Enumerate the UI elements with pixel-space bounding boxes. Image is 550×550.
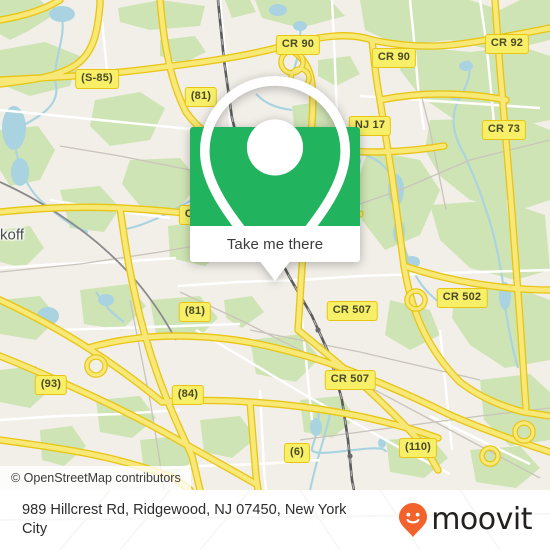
address-label: 989 Hillcrest Rd, Ridgewood, NJ 07450, N…: [22, 502, 347, 537]
osm-attribution-text: © OpenStreetMap contributors: [11, 471, 181, 485]
road-shield: (93): [34, 375, 68, 395]
moovit-map-screenshot: CR 90 CR 90 CR 92 (S-85) (81) NJ 17 CR 73 C CR 5…: [0, 0, 550, 550]
moovit-pin-smiley-icon: [399, 503, 428, 537]
moovit-wordmark: moovit: [431, 502, 532, 537]
road-shield: (S-85): [75, 69, 119, 89]
map-pin-icon: [199, 75, 351, 281]
road-shield: (110): [398, 438, 438, 458]
place-label: koff: [0, 226, 24, 244]
callout-icon-panel: [190, 75, 360, 281]
callout-action-panel[interactable]: Take me there: [190, 226, 360, 273]
moovit-logo[interactable]: moovit: [398, 502, 532, 538]
callout-tail: [264, 262, 286, 273]
location-callout-card[interactable]: Take me there: [190, 75, 360, 281]
road-shield: CR 90: [371, 48, 417, 68]
osm-attribution[interactable]: © OpenStreetMap contributors: [0, 466, 191, 490]
road-shield: CR 73: [481, 120, 527, 140]
footer-bar: 989 Hillcrest Rd, Ridgewood, NJ 07450, N…: [0, 490, 550, 550]
road-shield: (6): [283, 443, 311, 463]
road-shield: CR 92: [484, 34, 530, 54]
take-me-there-label: Take me there: [226, 235, 324, 253]
map-canvas[interactable]: CR 90 CR 90 CR 92 (S-85) (81) NJ 17 CR 73 C CR 5…: [0, 0, 550, 490]
road-shield: CR 502: [436, 288, 488, 308]
